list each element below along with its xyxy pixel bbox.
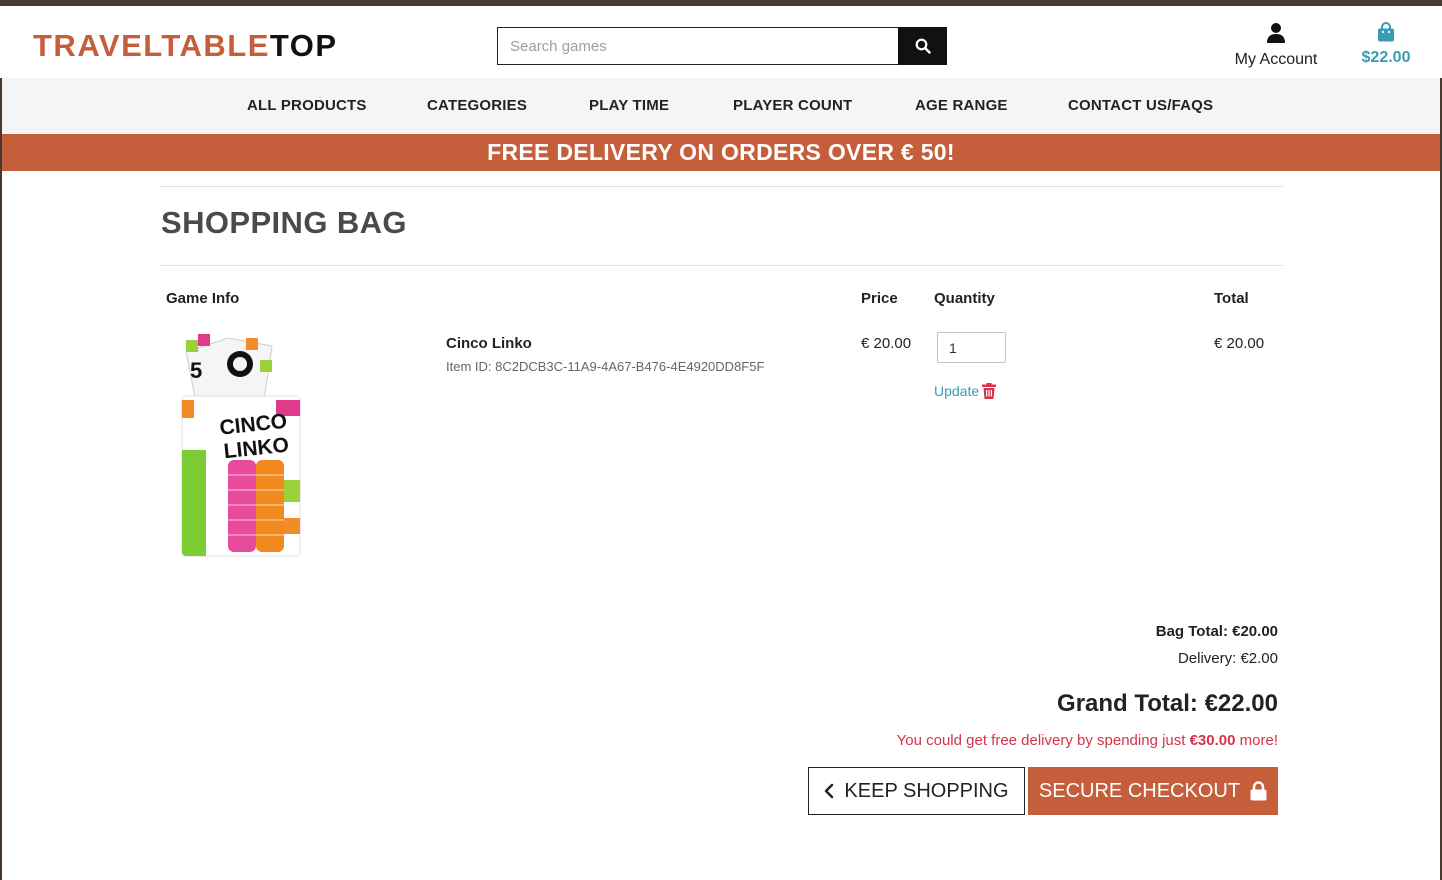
- bag-total-amount: $22.00: [1361, 49, 1411, 66]
- product-line-total: € 20.00: [1214, 335, 1265, 352]
- nav-contact-faqs[interactable]: CONTACT US/FAQS: [1068, 97, 1213, 114]
- shopping-bag-icon: [1378, 22, 1394, 42]
- header-price: Price: [861, 290, 898, 307]
- search-form: [497, 27, 947, 65]
- header-quantity: Quantity: [934, 290, 995, 307]
- product-price: € 20.00: [861, 335, 912, 352]
- user-icon: [1267, 23, 1285, 43]
- note-suffix: more!: [1235, 732, 1278, 749]
- nav-categories[interactable]: CATEGORIES: [427, 97, 527, 114]
- header-total: Total: [1214, 290, 1249, 307]
- my-account-link[interactable]: My Account: [1226, 22, 1326, 69]
- search-icon: [915, 38, 931, 54]
- page-title: SHOPPING BAG: [161, 205, 407, 240]
- grand-total: Grand Total: €22.00: [1057, 690, 1278, 717]
- chevron-left-icon: [825, 783, 834, 799]
- search-input[interactable]: [497, 27, 898, 65]
- header-game-info: Game Info: [166, 290, 240, 307]
- delivery-cost: Delivery: €2.00: [1177, 650, 1278, 667]
- logo-part-2: TOP: [269, 28, 338, 63]
- nav-play-time[interactable]: PLAY TIME: [589, 97, 669, 114]
- nav-player-count[interactable]: PLAYER COUNT: [733, 97, 852, 114]
- divider: [160, 186, 1283, 187]
- nav-all-products[interactable]: ALL PRODUCTS: [247, 97, 367, 114]
- divider: [160, 265, 1283, 266]
- site-logo[interactable]: TRAVELTABLETOP: [33, 28, 338, 64]
- free-delivery-banner: FREE DELIVERY ON ORDERS OVER € 50!: [2, 134, 1440, 171]
- update-link[interactable]: Update: [934, 383, 979, 399]
- site-header: TRAVELTABLETOP My Account $22.00: [0, 6, 1442, 78]
- product-name[interactable]: Cinco Linko: [446, 335, 532, 352]
- secure-checkout-label: SECURE CHECKOUT: [1038, 779, 1241, 802]
- nav-age-range[interactable]: AGE RANGE: [915, 97, 1008, 114]
- product-item-id: Item ID: 8C2DCB3C-11A9-4A67-B476-4E4920D…: [446, 359, 765, 374]
- box-badge: 5: [190, 358, 202, 383]
- search-button[interactable]: [898, 27, 947, 65]
- keep-shopping-label: KEEP SHOPPING: [844, 779, 1009, 802]
- logo-part-1: TRAVELTABLE: [33, 28, 270, 63]
- main-nav: ALL PRODUCTS CATEGORIES PLAY TIME PLAYER…: [2, 78, 1440, 134]
- remove-item-icon[interactable]: [982, 383, 996, 399]
- quantity-input[interactable]: [937, 332, 1006, 363]
- shopping-bag-link[interactable]: $22.00: [1352, 22, 1420, 67]
- lock-icon: [1250, 781, 1267, 801]
- free-delivery-note: You could get free delivery by spending …: [897, 732, 1278, 749]
- secure-checkout-button[interactable]: SECURE CHECKOUT: [1028, 767, 1278, 815]
- keep-shopping-button[interactable]: KEEP SHOPPING: [808, 767, 1025, 815]
- product-image[interactable]: 5 CINCO LINKO: [176, 330, 304, 560]
- note-amount: €30.00: [1189, 732, 1236, 749]
- bag-total: Bag Total: €20.00: [1155, 623, 1278, 640]
- my-account-label: My Account: [1234, 51, 1318, 68]
- note-prefix: You could get free delivery by spending …: [896, 732, 1190, 749]
